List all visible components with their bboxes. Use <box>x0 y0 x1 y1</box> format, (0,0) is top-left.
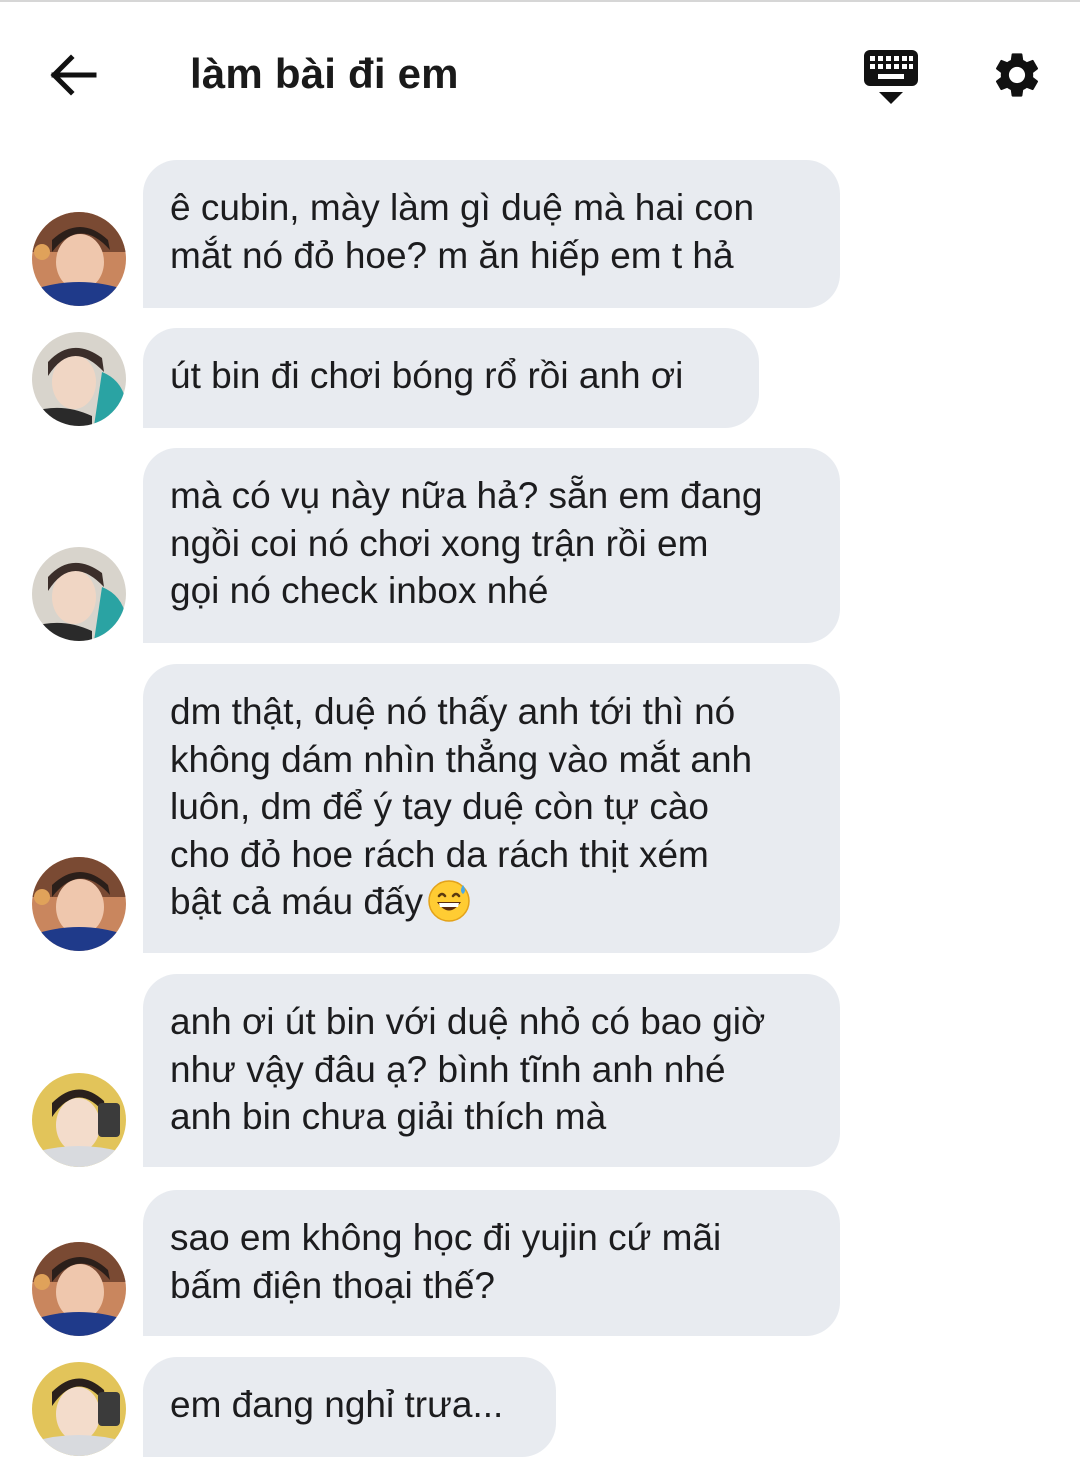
message-line: anh ơi út bin với duệ nhỏ có bao giờ <box>170 1001 766 1042</box>
message-line: gọi nó check inbox nhé <box>170 570 549 611</box>
grinning-sweat-emoji <box>428 880 470 922</box>
message-bubble[interactable]: út bin đi chơi bóng rổ rồi anh ơi <box>143 328 759 428</box>
message-row: sao em không học đi yujin cứ mãi bấm điệ… <box>0 1190 1080 1336</box>
message-row: ê cubin, mày làm gì duệ mà hai con mắt n… <box>0 160 1080 308</box>
message-row: mà có vụ này nữa hả? sẵn em đang ngồi co… <box>0 448 1080 643</box>
avatar-photo-icon <box>32 547 126 641</box>
message-line: không dám nhìn thẳng vào mắt anh <box>170 738 753 780</box>
avatar-photo-icon <box>32 212 126 306</box>
chat-header: làm bài đi em <box>0 0 1080 150</box>
message-row: dm thật, duệ nó thấy anh tới thì nó khôn… <box>0 664 1080 953</box>
keyboard-hide-icon <box>864 50 918 104</box>
message-line: luôn, dm để ý tay duệ còn tự cào <box>170 786 709 827</box>
message-line: bấm điện thoại thế? <box>170 1264 496 1306</box>
avatar-photo-icon <box>32 1362 126 1456</box>
avatar[interactable] <box>32 1362 126 1456</box>
gear-icon <box>995 53 1039 97</box>
avatar-photo-icon <box>32 332 126 426</box>
avatar[interactable] <box>32 212 126 306</box>
conversation-title: làm bài đi em <box>190 50 459 97</box>
message-bubble[interactable]: anh ơi út bin với duệ nhỏ có bao giờ như… <box>143 974 840 1167</box>
message-bubble[interactable]: dm thật, duệ nó thấy anh tới thì nó khôn… <box>143 664 840 953</box>
message-line: út bin đi chơi bóng rổ rồi anh ơi <box>170 355 684 396</box>
message-row: anh ơi út bin với duệ nhỏ có bao giờ như… <box>0 974 1080 1167</box>
message-row: em đang nghỉ trưa... <box>0 1357 1080 1457</box>
avatar-photo-icon <box>32 1073 126 1167</box>
message-bubble[interactable]: sao em không học đi yujin cứ mãi bấm điệ… <box>143 1190 840 1336</box>
message-line: cho đỏ hoe rách da rách thịt xém <box>170 833 709 875</box>
avatar[interactable] <box>32 1242 126 1336</box>
avatar[interactable] <box>32 332 126 426</box>
message-line: ngồi coi nó chơi xong trận rồi em <box>170 522 709 564</box>
message-line: như vậy đâu ạ? bình tĩnh anh nhé <box>170 1048 726 1090</box>
back-button[interactable] <box>44 48 104 102</box>
avatar-photo-icon <box>32 857 126 951</box>
message-line: anh bin chưa giải thích mà <box>170 1096 607 1137</box>
message-line-with-emoji: bật cả máu đấy <box>170 878 802 926</box>
avatar-photo-icon <box>32 1242 126 1336</box>
message-line: dm thật, duệ nó thấy anh tới thì nó <box>170 691 736 732</box>
message-bubble[interactable]: em đang nghỉ trưa... <box>143 1357 556 1457</box>
message-bubble[interactable]: ê cubin, mày làm gì duệ mà hai con mắt n… <box>143 160 840 308</box>
message-line: mắt nó đỏ hoe? m ăn hiếp em t hả <box>170 234 734 276</box>
avatar[interactable] <box>32 857 126 951</box>
message-line-text: bật cả máu đấy <box>170 881 423 922</box>
settings-button[interactable] <box>990 48 1044 102</box>
message-line: sao em không học đi yujin cứ mãi <box>170 1217 722 1258</box>
message-line: mà có vụ này nữa hả? sẵn em đang <box>170 475 763 516</box>
message-line: ê cubin, mày làm gì duệ mà hai con <box>170 187 755 228</box>
keyboard-toggle-button[interactable] <box>862 48 920 106</box>
avatar[interactable] <box>32 1073 126 1167</box>
arrow-left-icon <box>50 54 97 96</box>
message-line: em đang nghỉ trưa... <box>170 1384 504 1425</box>
message-row: út bin đi chơi bóng rổ rồi anh ơi <box>0 328 1080 428</box>
avatar[interactable] <box>32 547 126 641</box>
message-bubble[interactable]: mà có vụ này nữa hả? sẵn em đang ngồi co… <box>143 448 840 643</box>
